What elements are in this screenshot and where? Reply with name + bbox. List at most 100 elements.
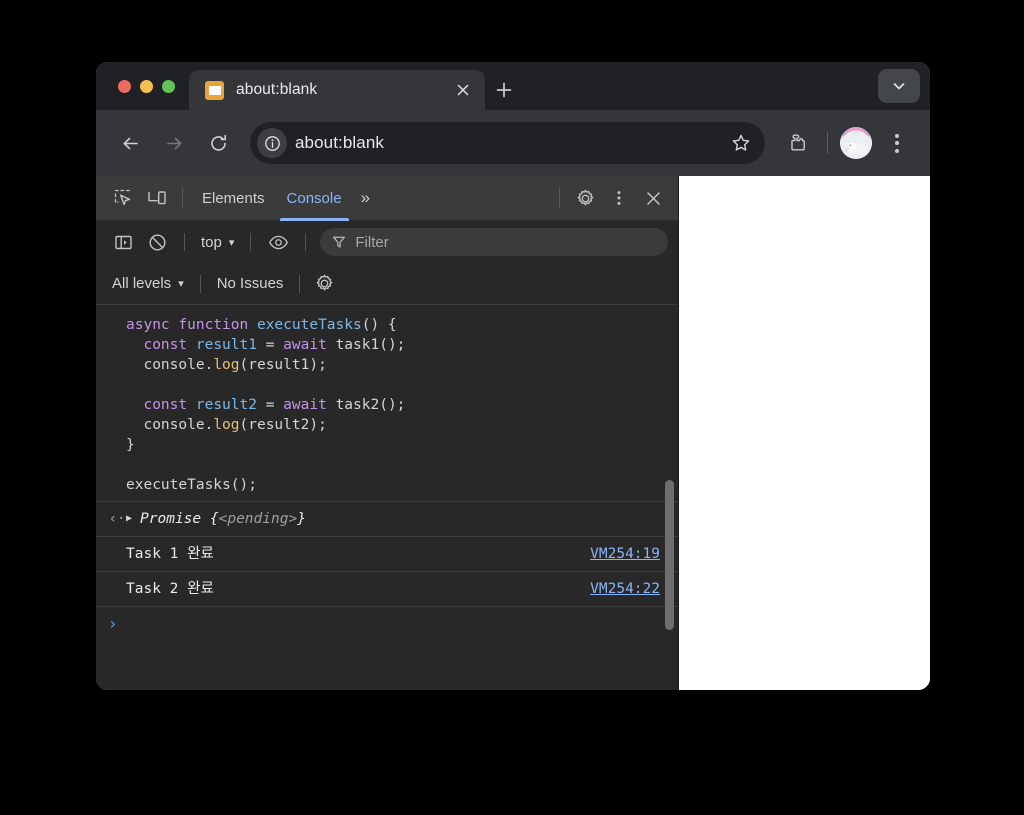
chevron-down-icon xyxy=(891,78,907,94)
code-line: executeTasks(); xyxy=(126,475,660,495)
close-window-button[interactable] xyxy=(118,79,131,93)
console-scrollbar-thumb[interactable] xyxy=(665,480,674,630)
address-bar-input[interactable]: about:blank xyxy=(295,133,717,153)
log-message: Task 1 완료 xyxy=(126,546,214,562)
console-result-row[interactable]: ‹· ▶ Promise {<pending>} xyxy=(96,501,678,536)
disclosure-triangle-icon[interactable]: ▶ xyxy=(126,509,132,529)
result-value: Promise {<pending>} xyxy=(140,509,660,529)
console-scrollbar[interactable] xyxy=(664,305,676,690)
toolbar-divider xyxy=(305,233,307,251)
address-bar[interactable]: about:blank xyxy=(250,122,765,164)
site-info-button[interactable] xyxy=(257,128,287,158)
code-token: = xyxy=(265,397,284,413)
devtools-settings-button[interactable] xyxy=(568,181,602,215)
console-log-row[interactable]: Task 1 완료 VM254:19 xyxy=(96,536,678,571)
console-output[interactable]: async function executeTasks() { const re… xyxy=(96,305,678,690)
code-token: } xyxy=(126,437,135,453)
browser-window: about:blank about:blank Elements Console… xyxy=(96,62,930,690)
code-line: console.log(result1); xyxy=(126,355,660,375)
issues-status[interactable]: No Issues xyxy=(211,270,290,298)
browser-toolbar: about:blank xyxy=(96,110,930,176)
inspect-element-button[interactable] xyxy=(106,181,140,215)
page-viewport[interactable] xyxy=(679,176,930,690)
tab-strip: about:blank xyxy=(96,62,930,110)
tab-list-button[interactable] xyxy=(878,69,920,103)
code-line: async function executeTasks() { xyxy=(126,315,660,335)
reload-button[interactable] xyxy=(198,123,238,163)
log-levels-label: All levels xyxy=(112,275,172,292)
devtools-close-button[interactable] xyxy=(636,181,670,215)
content-area: Elements Console » top ▾ Filter All leve… xyxy=(96,176,930,690)
avatar[interactable] xyxy=(840,127,872,159)
toolbar-divider xyxy=(299,274,301,293)
window-traffic-lights xyxy=(96,62,189,110)
toolbar-divider xyxy=(559,188,560,208)
code-token: function xyxy=(178,317,257,333)
clear-console-button[interactable] xyxy=(140,225,174,259)
code-line: console.log(result2); xyxy=(126,415,660,435)
code-token: result2 xyxy=(195,397,266,413)
new-tab-button[interactable] xyxy=(485,70,523,110)
tab-title: about:blank xyxy=(236,81,318,98)
console-log-row[interactable]: Task 2 완료 VM254:22 xyxy=(96,571,678,606)
console-scroll-content: async function executeTasks() { const re… xyxy=(96,305,678,641)
code-token: const xyxy=(143,337,196,353)
code-token: task1(); xyxy=(335,337,406,353)
forward-button[interactable] xyxy=(154,123,194,163)
code-token: await xyxy=(283,337,336,353)
close-x-icon xyxy=(645,190,662,207)
minimize-window-button[interactable] xyxy=(140,79,153,93)
toolbar-divider xyxy=(184,233,185,251)
execution-context-selector[interactable]: top ▾ xyxy=(195,228,240,256)
browser-tab[interactable]: about:blank xyxy=(189,70,485,110)
log-message: Task 2 완료 xyxy=(126,581,214,597)
console-filter-placeholder: Filter xyxy=(355,233,389,251)
code-line: const result1 = await task1(); xyxy=(126,335,660,355)
code-token: const xyxy=(143,397,196,413)
log-levels-selector[interactable]: All levels ▾ xyxy=(106,270,190,298)
code-token: executeTasks(); xyxy=(126,477,257,493)
console-filter-bar: top ▾ Filter xyxy=(96,221,678,263)
devtools-more-options-button[interactable] xyxy=(602,181,636,215)
three-dots-vertical-icon xyxy=(610,189,628,207)
filter-funnel-icon xyxy=(332,235,346,249)
code-line: const result2 = await task2(); xyxy=(126,395,660,415)
browser-menu-button[interactable] xyxy=(880,126,914,160)
log-source-link[interactable]: VM254:19 xyxy=(590,544,660,564)
console-sidebar-toggle-button[interactable] xyxy=(106,225,140,259)
extensions-button[interactable] xyxy=(779,125,815,161)
result-brace-close: } xyxy=(297,511,306,527)
code-line: } xyxy=(126,435,660,455)
code-token: task2(); xyxy=(335,397,406,413)
code-token: async xyxy=(126,317,179,333)
close-icon[interactable] xyxy=(451,78,475,102)
star-icon[interactable] xyxy=(725,127,757,159)
zoom-window-button[interactable] xyxy=(162,79,175,93)
code-token: console. xyxy=(126,417,214,433)
back-button[interactable] xyxy=(110,123,150,163)
info-circle-icon xyxy=(264,135,281,152)
more-tabs-button[interactable]: » xyxy=(353,176,378,221)
forward-arrow-icon xyxy=(164,133,185,154)
code-token: console. xyxy=(126,357,214,373)
back-arrow-icon xyxy=(120,133,141,154)
console-level-bar: All levels ▾ No Issues xyxy=(96,263,678,305)
toolbar-divider xyxy=(199,274,201,293)
chevron-down-icon: ▾ xyxy=(228,236,235,249)
console-prompt-row[interactable]: › xyxy=(96,606,678,641)
console-filter-input[interactable]: Filter xyxy=(320,228,668,256)
gear-icon xyxy=(315,274,334,293)
blank-page-favicon xyxy=(205,80,224,100)
console-settings-button[interactable] xyxy=(310,267,338,301)
device-toolbar-icon xyxy=(147,188,167,208)
device-toolbar-button[interactable] xyxy=(140,181,174,215)
log-source-link[interactable]: VM254:22 xyxy=(590,579,660,599)
tab-elements[interactable]: Elements xyxy=(191,176,276,221)
live-expression-button[interactable] xyxy=(261,225,295,259)
tab-console[interactable]: Console xyxy=(276,176,353,221)
eye-icon xyxy=(268,232,289,253)
